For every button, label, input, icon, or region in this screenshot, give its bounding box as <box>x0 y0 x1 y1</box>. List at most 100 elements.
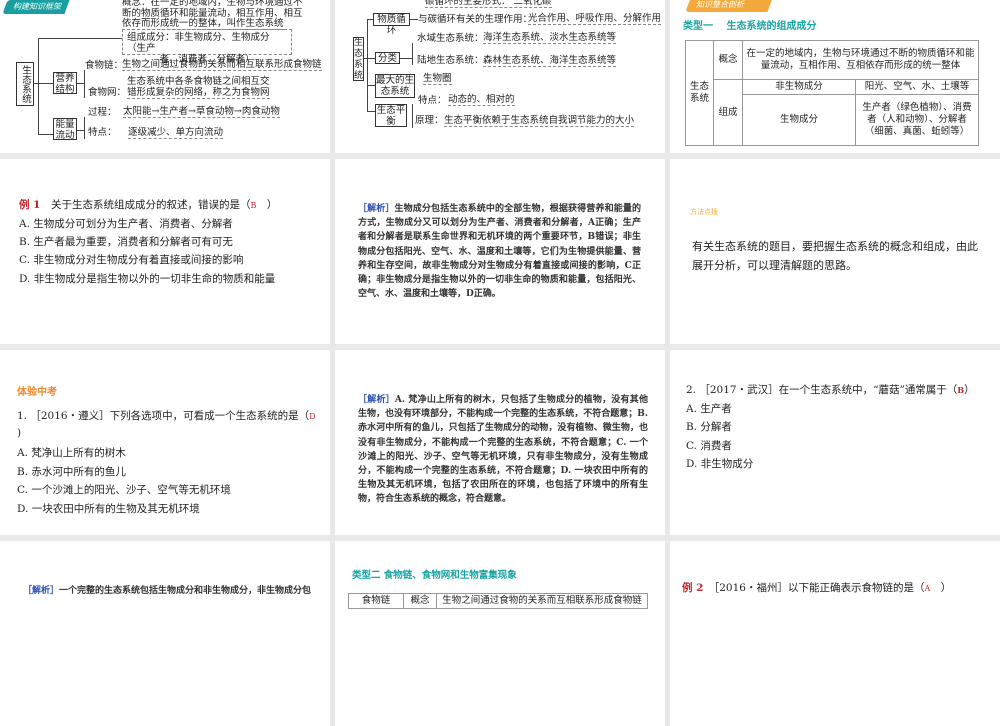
question-close: ） <box>964 384 975 396</box>
table-cell: 生物成分 <box>742 94 856 146</box>
food-chain-text: 生物之间通过食物的关系而相互联系形成食物链 <box>122 59 322 71</box>
principle-label: 原理： <box>415 115 444 126</box>
slide-12-example-2[interactable]: 例 2 ［2016・福州］以下能正确表示食物链的是（A ） <box>670 541 1000 726</box>
question-text: 关于生态系统组成成分的叙述，错误的是（ <box>40 199 251 211</box>
slide-10-analysis[interactable]: ［解析］一个完整的生态系统包括生物成分和非生物成分，非生物成分包 <box>0 541 330 726</box>
analysis-tag: ［解析］ <box>358 204 395 214</box>
table-cell: 生物之间通过食物的关系而互相联系形成食物链 <box>436 593 648 609</box>
table-cell: 生产者（绿色植物）、消费者（人和动物）、分解者（细菌、真菌、蚯蚓等） <box>855 94 979 146</box>
connector <box>412 104 413 128</box>
analysis-text: ［解析］生物成分包括生态系统中的全部生物，根据获得营养和能量的方式，生物成分又可… <box>358 202 641 301</box>
energy-node: 能量流动 <box>53 118 77 141</box>
feature-text: 逐级减少、单方向流动 <box>128 127 224 139</box>
section-banner: 知识整合剖析 <box>685 0 773 12</box>
connector <box>38 38 39 135</box>
biosphere-text: 生物圈 <box>423 73 452 85</box>
option-a: A. 梵净山上所有的树木 <box>17 447 126 459</box>
option-c: C. 一个沙滩上的阳光、沙子、空气等无机环境 <box>17 484 231 496</box>
slide-7-exam-practice[interactable]: 体验中考 1. ［2016・遵义］下列各选项中，可看成一个生态系统的是（D ) … <box>0 350 330 535</box>
analysis-tag: ［解析］ <box>358 395 395 405</box>
question: 2. ［2017・武汉］在一个生态系统中，“蘑菇”通常属于（B） <box>686 382 975 397</box>
water-label: 水域生态系统： <box>417 33 484 44</box>
food-chain-table: 食物链 概念 生物之间通过食物的关系而互相联系形成食物链 <box>348 593 648 609</box>
root-node: 生态系统 <box>353 37 364 81</box>
carbon-form: 碳循环的主要形式： 二氧化碳 <box>425 0 552 8</box>
food-web-text: 生态系统中各条食物链之间相互交 <box>127 76 270 87</box>
type-heading: 类型二 食物链、食物网和生物富集现象 <box>352 570 517 581</box>
analysis-body: A. 梵净山上所有的树木，只包括了生物成分的植物，没有其他生物，也没有环境部分，… <box>358 395 648 505</box>
method-text: 有关生态系统的题目，要把握生态系统的概念和组成，由此展开分析，可以理清解题的思路… <box>692 240 978 272</box>
slide-9-question-2[interactable]: 2. ［2017・武汉］在一个生态系统中，“蘑菇”通常属于（B） A. 生产者 … <box>670 350 1000 535</box>
connector <box>367 111 375 112</box>
table-cell: 概念 <box>713 40 743 80</box>
analysis-tag: ［解析］ <box>23 586 60 596</box>
question-close: ） <box>256 199 278 211</box>
process-label: 过程： <box>88 107 117 118</box>
classify-node: 分类 <box>375 52 400 64</box>
balance-feature-text: 动态的、相对的 <box>448 94 515 106</box>
analysis-body: 生物成分包括生态系统中的全部生物，根据获得营养和能量的方式，生物成分又可以划分为… <box>358 204 641 300</box>
composition-box: 组成成分：非生物成分、生物成分（生产 者、消费者、分解者） <box>122 29 292 65</box>
connector <box>367 19 368 111</box>
question: 1. ［2016・遵义］下列各选项中，可看成一个生态系统的是（D <box>17 408 316 423</box>
root-node: 生态系统 <box>16 62 34 106</box>
land-text: 森林生态系统、海洋生态系统等 <box>483 55 617 67</box>
carbon-text: 光合作用、呼吸作用、分解作用 <box>528 13 662 25</box>
table-cell: 阳光、空气、水、土壤等 <box>855 79 979 95</box>
process-text: 太阳能→生产者→草食动物→肉食动物 <box>123 106 280 118</box>
question-close: ） <box>930 582 952 594</box>
connector <box>367 58 375 59</box>
section-title: 体验中考 <box>17 387 57 398</box>
banner-text: 知识整合剖析 <box>696 0 744 9</box>
feature-label: 特点： <box>88 127 117 138</box>
analysis-body: 一个完整的生态系统包括生物成分和非生物成分，非生物成分包 <box>59 586 312 596</box>
connector <box>77 83 84 84</box>
connector <box>84 117 85 139</box>
connector <box>77 130 84 131</box>
slide-11-food-chain[interactable]: 类型二 食物链、食物网和生物富集现象 食物链 概念 生物之间通过食物的关系而互相联系… <box>335 541 665 726</box>
slide-4-example-1[interactable]: 例 1 关于生态系统组成成分的叙述，错误的是（B ） A. 生物成分可划分为生产… <box>0 159 330 344</box>
question-text: ［2016・福州］以下能正确表示食物链的是（ <box>713 582 925 594</box>
slide-1-knowledge-map[interactable]: 构建知识框架 概念：在一定的地域内，生物与环境通过不 断的物质循环和能量流动，相… <box>0 0 330 153</box>
matter-cycle-node: 物质循环 <box>373 13 410 36</box>
connector <box>400 58 412 59</box>
carbon-label: 与碳循环有关的生理作用： <box>418 14 533 25</box>
slide-5-analysis[interactable]: ［解析］生物成分包括生态系统中的全部生物，根据获得营养和能量的方式，生物成分又可… <box>335 159 665 344</box>
balance-node: 生态平衡 <box>375 104 407 127</box>
slide-6-method-tip[interactable]: 方法点拨 有关生态系统的题目，要把握生态系统的概念和组成，由此展开分析，可以理清… <box>670 159 1000 344</box>
table-cell: 非生物成分 <box>742 79 856 95</box>
section-banner: 构建知识框架 <box>2 0 70 14</box>
option-b: B. 赤水河中所有的鱼儿 <box>17 466 126 478</box>
table-cell: 组成 <box>713 79 743 146</box>
slide-3-component-table[interactable]: 知识整合剖析 类型一 生态系统的组成成分 生态系统 概念 在一定的地域内，生物与… <box>670 0 1000 153</box>
example-tag: 例 2 <box>682 582 704 594</box>
question: 例 1 关于生态系统组成成分的叙述，错误的是（B ） <box>19 197 277 212</box>
analysis-text: ［解析］A. 梵净山上所有的树木，只包括了生物成分的植物，没有其他生物，也没有环… <box>358 393 648 507</box>
connector <box>410 19 418 20</box>
largest-node: 最大的生态系统 <box>375 74 415 98</box>
slide-8-analysis[interactable]: ［解析］A. 梵净山上所有的树木，只包括了生物成分的植物，没有其他生物，也没有环… <box>335 350 665 535</box>
option-d: D. 一块农田中所有的生物及其无机环境 <box>17 503 200 515</box>
table-cell: 食物链 <box>348 593 404 609</box>
nutrition-node: 营养结构 <box>53 72 77 95</box>
concept-line: 概念：在一定的地域内，生物与环境通过不 <box>122 0 303 8</box>
question: 例 2 ［2016・福州］以下能正确表示食物链的是（A ） <box>682 580 951 595</box>
composition-line: 组成成分：非生物成分、生物成分（生产 <box>127 32 270 54</box>
option-d: D. 非生物成分 <box>686 458 754 470</box>
option-c: C. 非生物成分对生物成分有着直接或间接的影响 <box>19 254 244 266</box>
connector <box>367 85 375 86</box>
table-cell: 生态系统 <box>685 40 714 146</box>
option-b: B. 生产者最为重要，消费者和分解者可有可无 <box>19 236 233 248</box>
answer: D <box>309 412 316 421</box>
land-label: 陆地生态系统： <box>417 55 484 66</box>
connector <box>33 83 53 84</box>
option-a: A. 生产者 <box>686 403 732 415</box>
balance-feature-label: 特点： <box>418 95 447 106</box>
analysis-text: ［解析］一个完整的生态系统包括生物成分和非生物成分，非生物成分包 <box>23 584 323 598</box>
option-d: D. 非生物成分是指生物以外的一切非生命的物质和能量 <box>19 273 276 285</box>
banner-text: 构建知识框架 <box>13 2 61 11</box>
slide-2-knowledge-map[interactable]: 碳循环的主要形式： 二氧化碳 生态系统 物质循环 与碳循环有关的生理作用： 光合… <box>335 0 665 153</box>
component-table: 生态系统 概念 在一定的地域内，生物与环境通过不断的物质循环和能量流动，互相作用… <box>685 40 979 146</box>
option-b: B. 分解者 <box>686 421 732 433</box>
table-cell: 在一定的地域内，生物与环境通过不断的物质循环和能量流动，互相作用、互相依存而形成… <box>742 40 979 80</box>
